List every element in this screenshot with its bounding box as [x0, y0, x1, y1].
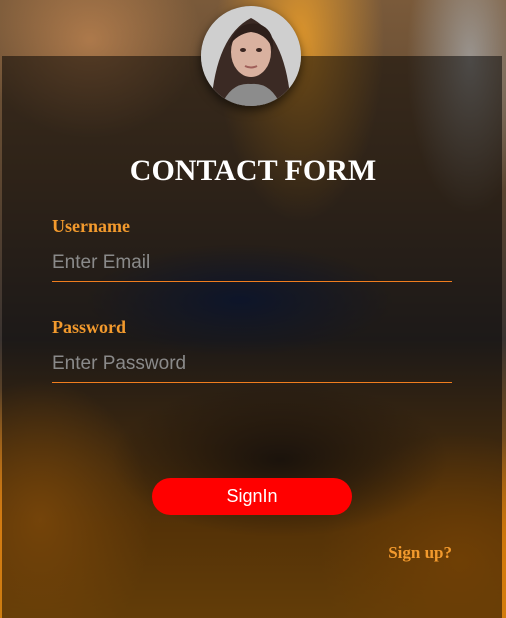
signup-link[interactable]: Sign up? [388, 543, 452, 563]
signin-button[interactable]: SignIn [152, 478, 352, 515]
avatar [201, 6, 301, 106]
user-photo-icon [201, 6, 301, 106]
password-input[interactable] [52, 346, 452, 383]
username-input[interactable] [52, 245, 452, 282]
username-label: Username [52, 216, 130, 236]
form-title: CONTACT FORM [129, 154, 377, 187]
password-label: Password [52, 317, 127, 337]
